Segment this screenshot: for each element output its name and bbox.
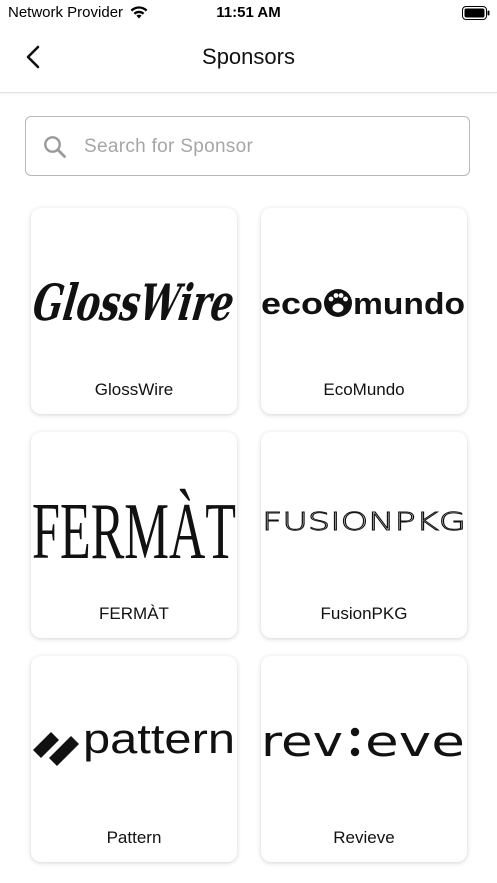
sponsor-logo: GlossWire	[31, 208, 237, 368]
battery-icon	[462, 6, 490, 20]
sponsor-name: FERMÀT	[99, 604, 169, 623]
sponsor-name: Pattern	[106, 828, 162, 847]
pattern-mark-icon	[33, 732, 79, 766]
sponsor-card-fermat[interactable]: FERMÀT FERMÀT	[31, 432, 237, 638]
svg-text:eco: eco	[261, 286, 323, 321]
search-input[interactable]	[82, 127, 456, 167]
svg-text:pattern: pattern	[83, 715, 235, 762]
revieve-dots-icon	[350, 727, 360, 757]
sponsor-card-fusionpkg[interactable]: FUSIONPKG FusionPKG	[261, 432, 467, 638]
sponsor-name: FusionPKG	[320, 604, 408, 623]
svg-text:FUSIONPKG: FUSIONPKG	[262, 507, 466, 536]
page-title: Sponsors	[202, 44, 295, 69]
sponsor-logo: rev eve	[261, 656, 467, 816]
sponsor-card-revieve[interactable]: rev eve Revieve	[261, 656, 467, 862]
svg-text:FERMÀT: FERMÀT	[32, 488, 236, 576]
sponsor-name: GlossWire	[94, 380, 174, 399]
sponsor-logo: FUSIONPKG	[261, 432, 467, 592]
clock: 11:51 AM	[216, 4, 281, 21]
svg-text:rev: rev	[261, 717, 343, 766]
sponsor-logo: FERMÀT	[31, 432, 237, 592]
paw-icon	[324, 289, 352, 317]
sponsor-name: Revieve	[333, 828, 395, 847]
sponsors-screen: Network Provider 11:51 AM Sponsors Searc…	[0, 0, 497, 883]
search-icon	[44, 136, 66, 158]
search-box[interactable]	[25, 116, 470, 176]
sponsor-name: EcoMundo	[323, 380, 405, 399]
svg-text:mundo: mundo	[353, 286, 465, 321]
sponsor-logo: eco mundo	[261, 208, 467, 368]
sponsor-logo: pattern	[31, 656, 237, 816]
sponsor-card-glosswire[interactable]: GlossWire GlossWire	[31, 208, 237, 414]
status-bar: Network Provider 11:51 AM	[0, 0, 497, 26]
sponsor-card-pattern[interactable]: pattern Pattern	[31, 656, 237, 862]
navigation-bar: Sponsors	[0, 26, 497, 93]
sponsor-card-ecomundo[interactable]: eco mundo EcoMundo	[261, 208, 467, 414]
svg-text:GlossWire: GlossWire	[31, 273, 237, 332]
svg-text:eve: eve	[365, 717, 465, 766]
